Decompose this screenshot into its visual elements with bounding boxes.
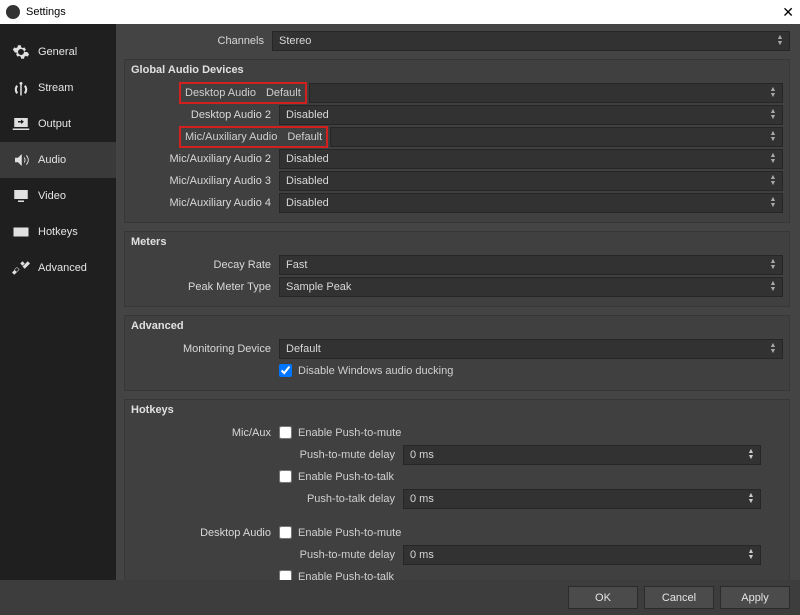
chevron-updown-icon: ▲▼ — [766, 172, 780, 190]
sidebar-item-general[interactable]: General — [0, 34, 116, 70]
hotkey-checkbox[interactable] — [279, 526, 292, 539]
ok-button[interactable]: OK — [568, 586, 638, 609]
hotkey-sub-label: Push-to-talk delay — [131, 493, 403, 505]
window-title: Settings — [26, 6, 66, 18]
sidebar-item-label: Video — [38, 190, 66, 202]
chevron-updown-icon: ▲▼ — [773, 32, 787, 50]
peak-label: Peak Meter Type — [131, 281, 279, 293]
audio-device-label: Mic/Auxiliary Audio 3 — [131, 175, 279, 187]
peak-combo[interactable]: Sample Peak▲▼ — [279, 277, 783, 297]
audio-device-value: Default — [266, 87, 301, 99]
sidebar-item-label: Stream — [38, 82, 73, 94]
audio-device-combo[interactable]: ▲▼ — [330, 127, 783, 147]
section-meters: Meters Decay Rate Fast▲▼ Peak Meter Type… — [124, 231, 790, 307]
hotkey-sub-label: Push-to-mute delay — [131, 549, 403, 561]
chevron-updown-icon: ▲▼ — [744, 490, 758, 508]
cancel-button[interactable]: Cancel — [644, 586, 714, 609]
antenna-icon — [12, 79, 30, 97]
section-advanced: Advanced Monitoring Device Default▲▼ Dis… — [124, 315, 790, 391]
monitor-arrow-icon — [12, 115, 30, 133]
monitoring-combo[interactable]: Default▲▼ — [279, 339, 783, 359]
chevron-updown-icon: ▲▼ — [766, 256, 780, 274]
ducking-checkbox[interactable] — [279, 364, 292, 377]
audio-device-value: Default — [287, 131, 322, 143]
audio-device-label: Desktop Audio 2 — [131, 109, 279, 121]
sidebar-item-label: Hotkeys — [38, 226, 78, 238]
app-logo-icon — [6, 5, 20, 19]
channels-combo[interactable]: Stereo ▲▼ — [272, 31, 790, 51]
chevron-updown-icon: ▲▼ — [766, 84, 780, 102]
audio-device-combo[interactable]: Disabled▲▼ — [279, 171, 783, 191]
audio-device-label: Desktop Audio — [185, 87, 266, 99]
highlight-box: Mic/Auxiliary AudioDefault — [179, 126, 328, 148]
gear-icon — [12, 43, 30, 61]
hotkey-group-label: Desktop Audio — [131, 527, 279, 539]
chevron-updown-icon: ▲▼ — [744, 546, 758, 564]
section-title: Advanced — [131, 320, 783, 332]
sidebar-item-hotkeys[interactable]: Hotkeys — [0, 214, 116, 250]
decay-label: Decay Rate — [131, 259, 279, 271]
section-title: Global Audio Devices — [131, 64, 783, 76]
hotkey-check-label: Enable Push-to-talk — [298, 471, 394, 483]
hotkey-checkbox[interactable] — [279, 426, 292, 439]
sidebar-item-label: Advanced — [38, 262, 87, 274]
sidebar-item-stream[interactable]: Stream — [0, 70, 116, 106]
sidebar-item-label: Audio — [38, 154, 66, 166]
hotkey-spinner[interactable]: 0 ms▲▼ — [403, 445, 761, 465]
section-title: Meters — [131, 236, 783, 248]
sidebar-item-audio[interactable]: Audio — [0, 142, 116, 178]
hotkey-checkbox[interactable] — [279, 570, 292, 580]
sidebar-item-label: Output — [38, 118, 71, 130]
apply-button[interactable]: Apply — [720, 586, 790, 609]
channels-label: Channels — [124, 35, 272, 47]
section-title: Hotkeys — [131, 404, 783, 416]
chevron-updown-icon: ▲▼ — [766, 340, 780, 358]
section-global-audio: Global Audio Devices Desktop AudioDefaul… — [124, 59, 790, 223]
audio-device-combo[interactable]: ▲▼ — [309, 83, 783, 103]
chevron-updown-icon: ▲▼ — [766, 278, 780, 296]
audio-device-label: Mic/Auxiliary Audio 2 — [131, 153, 279, 165]
chevron-updown-icon: ▲▼ — [766, 106, 780, 124]
monitoring-label: Monitoring Device — [131, 343, 279, 355]
chevron-updown-icon: ▲▼ — [766, 194, 780, 212]
hotkey-spinner[interactable]: 0 ms▲▼ — [403, 545, 761, 565]
decay-combo[interactable]: Fast▲▼ — [279, 255, 783, 275]
sidebar-item-output[interactable]: Output — [0, 106, 116, 142]
sidebar-item-label: General — [38, 46, 77, 58]
hotkey-check-label: Enable Push-to-mute — [298, 527, 401, 539]
highlight-box: Desktop AudioDefault — [179, 82, 307, 104]
footer: OK Cancel Apply — [0, 580, 800, 615]
hotkey-check-label: Enable Push-to-mute — [298, 427, 401, 439]
monitor-icon — [12, 187, 30, 205]
chevron-updown-icon: ▲▼ — [766, 128, 780, 146]
chevron-updown-icon: ▲▼ — [744, 446, 758, 464]
sidebar: General Stream Output Audio Video Hotkey… — [0, 24, 116, 580]
audio-device-combo[interactable]: Disabled▲▼ — [279, 105, 783, 125]
content-pane: Channels Stereo ▲▼ Global Audio Devices … — [116, 24, 800, 580]
tools-icon — [12, 259, 30, 277]
hotkey-spinner[interactable]: 0 ms▲▼ — [403, 489, 761, 509]
sidebar-item-advanced[interactable]: Advanced — [0, 250, 116, 286]
audio-device-label: Mic/Auxiliary Audio 4 — [131, 197, 279, 209]
audio-device-label: Mic/Auxiliary Audio — [185, 131, 287, 143]
titlebar: Settings ✕ — [0, 0, 800, 24]
close-icon[interactable]: ✕ — [782, 4, 794, 21]
hotkey-group-label: Mic/Aux — [131, 427, 279, 439]
hotkey-sub-label: Push-to-mute delay — [131, 449, 403, 461]
audio-device-combo[interactable]: Disabled▲▼ — [279, 193, 783, 213]
audio-device-combo[interactable]: Disabled▲▼ — [279, 149, 783, 169]
sidebar-item-video[interactable]: Video — [0, 178, 116, 214]
speaker-icon — [12, 151, 30, 169]
hotkey-check-label: Enable Push-to-talk — [298, 571, 394, 581]
ducking-label: Disable Windows audio ducking — [298, 365, 453, 377]
chevron-updown-icon: ▲▼ — [766, 150, 780, 168]
section-hotkeys: Hotkeys Mic/Aux Enable Push-to-mute Push-t… — [124, 399, 790, 580]
hotkey-checkbox[interactable] — [279, 470, 292, 483]
keyboard-icon — [12, 223, 30, 241]
